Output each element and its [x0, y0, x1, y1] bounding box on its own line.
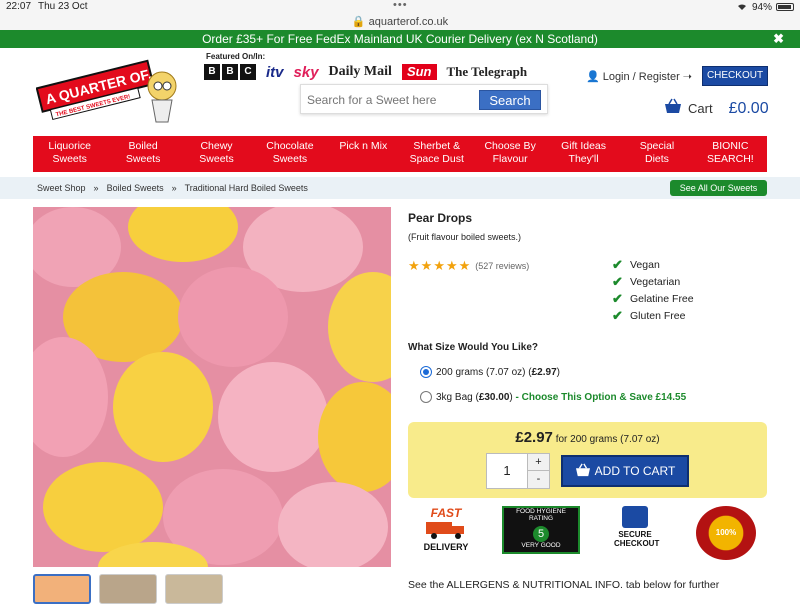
- breadcrumb-separator: »: [93, 183, 99, 193]
- radio-unselected[interactable]: [420, 391, 432, 403]
- star-icon: ★: [433, 258, 445, 273]
- site-header: A QUARTER OF... THE BEST SWEETS EVER! Fe…: [0, 48, 800, 136]
- search-input[interactable]: [307, 91, 477, 109]
- close-icon[interactable]: ✖: [773, 30, 784, 48]
- price-line: £2.97 for 200 grams (7.07 oz): [408, 429, 767, 446]
- star-icon: ★: [420, 258, 433, 273]
- nav-item-liquorice[interactable]: Liquorice Sweets: [33, 136, 106, 172]
- radio-selected[interactable]: [420, 366, 432, 378]
- diet-item: ✔ Gluten Free: [612, 307, 686, 323]
- price-suffix: for 200 grams (7.07 oz): [555, 434, 660, 445]
- tab-handle-dots[interactable]: •••: [393, 0, 408, 11]
- status-bar: 22:07 Thu 23 Oct ••• 94%: [0, 0, 800, 14]
- size-option-200g[interactable]: 200 grams (7.07 oz) (£2.97): [420, 366, 560, 378]
- wifi-icon: [736, 1, 748, 13]
- login-label: Login / Register: [602, 70, 680, 83]
- sky-logo: sky: [293, 63, 319, 81]
- satisfaction-guarantee-badge: 100%: [696, 506, 756, 560]
- save-text: - Choose This Option & Save £14.55: [512, 391, 687, 403]
- featured-media-logos: B B C itv sky Daily Mail Sun The Telegra…: [204, 62, 527, 82]
- check-icon: ✔: [612, 290, 623, 306]
- food-hygiene-badge: FOOD HYGIENE RATING 5 VERY GOOD: [502, 506, 580, 554]
- diet-list: ✔ Vegan ✔ Vegetarian ✔ Gelatine Free ✔ Glute…: [612, 256, 694, 324]
- price-value: £2.97: [515, 429, 553, 446]
- nav-item-special-diets[interactable]: Special Diets: [620, 136, 693, 172]
- lock-icon: 🔒: [351, 16, 366, 28]
- trust-badges: FAST DELIVERY FOOD HYGIENE RATING 5 VERY…: [408, 506, 767, 562]
- check-icon: ✔: [612, 273, 623, 289]
- product-main-image[interactable]: [33, 207, 391, 567]
- add-to-cart-button[interactable]: ADD TO CART: [561, 455, 689, 487]
- diet-item: ✔ Gelatine Free: [612, 290, 694, 306]
- reviews-count[interactable]: (527 reviews): [475, 261, 529, 271]
- featured-label: Featured On/In:: [206, 52, 266, 61]
- add-to-cart-label: ADD TO CART: [594, 464, 676, 478]
- nav-item-chocolate[interactable]: Chocolate Sweets: [253, 136, 326, 172]
- arrow-right-icon: ➝: [682, 71, 692, 83]
- quantity-plus-button[interactable]: +: [527, 454, 549, 471]
- allergens-note: See the ALLERGENS & NUTRITIONAL INFO. ta…: [408, 579, 720, 591]
- user-icon: 👤: [586, 71, 600, 83]
- check-icon: ✔: [612, 307, 623, 323]
- breadcrumb-boiled-sweets[interactable]: Boiled Sweets: [107, 183, 164, 193]
- lock-icon: [622, 506, 648, 528]
- breadcrumb: Sweet Shop » Boiled Sweets » Traditional…: [0, 177, 800, 199]
- breadcrumb-separator: »: [171, 183, 177, 193]
- buy-box: £2.97 for 200 grams (7.07 oz) 1 + - ADD …: [408, 422, 767, 498]
- cart-label: Cart: [688, 101, 713, 116]
- checkout-button[interactable]: CHECKOUT: [702, 66, 768, 86]
- sun-logo: Sun: [401, 64, 437, 80]
- size-option-3kg[interactable]: 3kg Bag (£30.00) - Choose This Option & …: [420, 391, 686, 403]
- quantity-minus-button[interactable]: -: [527, 471, 549, 488]
- promo-banner: Order £35+ For Free FedEx Mainland UK Co…: [0, 30, 800, 48]
- diet-item: ✔ Vegetarian: [612, 273, 681, 289]
- login-register-link[interactable]: 👤 Login / Register ➝: [586, 70, 692, 84]
- nav-item-flavour[interactable]: Choose By Flavour: [473, 136, 546, 172]
- nav-item-sherbet[interactable]: Sherbet & Space Dust: [400, 136, 473, 172]
- secure-checkout-badge: SECURE CHECKOUT: [614, 506, 659, 548]
- rating-stars[interactable]: ★ ★ ★ ★ ★ (527 reviews): [408, 258, 529, 274]
- cart-link[interactable]: Cart £0.00: [664, 98, 769, 119]
- diet-item: ✔ Vegan: [612, 256, 660, 272]
- truck-icon: [426, 522, 464, 539]
- size-question: What Size Would You Like?: [408, 342, 539, 353]
- status-date: Thu 23 Oct: [38, 1, 88, 12]
- nav-item-pick-n-mix[interactable]: Pick n Mix: [327, 136, 400, 172]
- address-bar[interactable]: 🔒 aquarterof.co.uk: [0, 14, 800, 30]
- quantity-input[interactable]: 1: [487, 454, 527, 488]
- main-nav: Liquorice Sweets Boiled Sweets Chewy Sweets…: [33, 136, 767, 172]
- itv-logo: itv: [266, 63, 284, 81]
- promo-text: Order £35+ For Free FedEx Mainland UK Co…: [202, 32, 598, 46]
- fast-delivery-badge: FAST DELIVERY: [423, 506, 469, 552]
- nav-item-boiled[interactable]: Boiled Sweets: [106, 136, 179, 172]
- search-button[interactable]: Search: [479, 90, 541, 110]
- quantity-stepper: 1 + -: [486, 453, 550, 489]
- check-icon: ✔: [612, 256, 623, 272]
- site-logo[interactable]: A QUARTER OF... THE BEST SWEETS EVER!: [35, 56, 188, 126]
- telegraph-logo: The Telegraph: [446, 64, 528, 79]
- basket-icon: [575, 463, 591, 480]
- basket-icon: [664, 98, 682, 119]
- nav-item-bionic-search[interactable]: BIONIC SEARCH!: [694, 136, 767, 172]
- battery-percent: 94%: [751, 1, 772, 13]
- status-time: 22:07: [6, 1, 32, 12]
- search-box: Search: [300, 84, 548, 114]
- star-icon: ★: [408, 258, 420, 273]
- daily-mail-logo: Daily Mail: [328, 64, 392, 79]
- url-host: aquarterof.co.uk: [368, 16, 449, 28]
- nav-item-chewy[interactable]: Chewy Sweets: [180, 136, 253, 172]
- cart-total: £0.00: [728, 99, 769, 117]
- breadcrumb-traditional[interactable]: Traditional Hard Boiled Sweets: [185, 183, 308, 193]
- nav-item-gift-ideas[interactable]: Gift Ideas They'll: [547, 136, 620, 172]
- star-icon: ★: [445, 258, 458, 273]
- battery-icon: [776, 3, 794, 11]
- half-star-icon: ★: [458, 258, 471, 273]
- breadcrumb-home[interactable]: Sweet Shop: [37, 183, 86, 193]
- product-title: Pear Drops: [408, 211, 473, 225]
- bbc-logo: B B C: [204, 64, 256, 80]
- product-subtitle: (Fruit flavour boiled sweets.): [408, 232, 522, 242]
- see-all-sweets-button[interactable]: See All Our Sweets: [670, 180, 767, 196]
